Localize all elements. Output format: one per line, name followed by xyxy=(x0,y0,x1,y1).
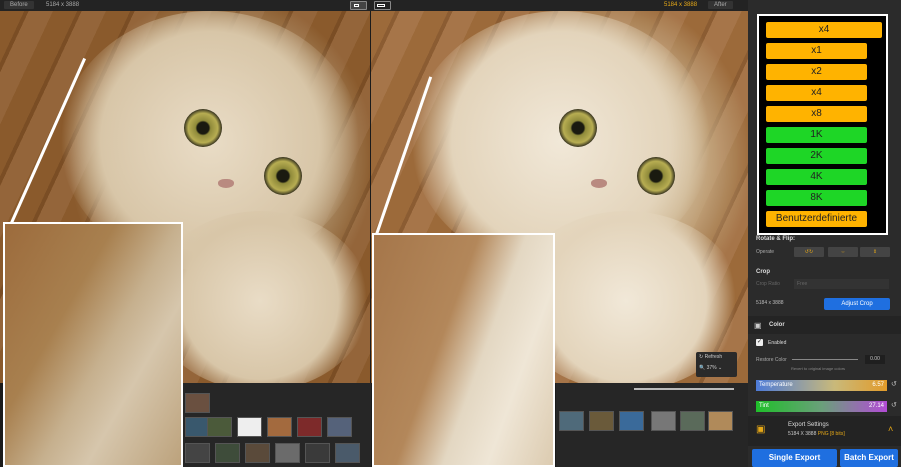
tint-label: Tint xyxy=(759,403,769,409)
scale-option-custom[interactable]: Benutzerdefinierte xyxy=(766,211,867,227)
restore-color-hint: Revert to original image colors xyxy=(791,366,846,371)
scale-option-x4[interactable]: x4 xyxy=(766,85,867,101)
color-palette-icon: ▣ xyxy=(754,321,762,330)
rotate-title: Rotate & Flip: xyxy=(756,236,795,242)
chevron-up-icon[interactable]: ˄ xyxy=(888,424,893,434)
scale-option-4k[interactable]: 4K xyxy=(766,169,867,185)
scale-option-x8[interactable]: x8 xyxy=(766,106,867,122)
crop-size: 5184 x 3888 xyxy=(756,300,784,306)
refresh-label: Refresh xyxy=(704,354,723,360)
export-settings-icon: ▣ xyxy=(756,424,766,435)
reset-tint-icon[interactable]: ↺ xyxy=(891,401,897,409)
zoom-value: 37% xyxy=(706,365,717,371)
crop-title: Crop xyxy=(756,269,770,275)
scale-option-1k[interactable]: 1K xyxy=(766,127,867,143)
reset-temperature-icon[interactable]: ↺ xyxy=(891,380,897,388)
cat-chest xyxy=(150,211,370,383)
before-resolution: 5184 x 3888 xyxy=(46,2,80,8)
restore-color-value[interactable]: 0.00 xyxy=(865,355,885,364)
flip-vertical-button[interactable]: ⇕ xyxy=(860,247,890,257)
cat-eye-left xyxy=(559,109,597,147)
cat-eye-right xyxy=(264,157,302,195)
thumbnail[interactable] xyxy=(619,411,644,431)
export-format: PNG xyxy=(817,431,829,437)
cat-eye-left xyxy=(184,109,222,147)
rotate-button[interactable]: ↺↻ xyxy=(794,247,824,257)
scale-option-x1[interactable]: x1 xyxy=(766,43,867,59)
scale-option-x2[interactable]: x2 xyxy=(766,64,867,80)
scale-current-selection[interactable]: x4 xyxy=(766,22,882,38)
before-label: Before xyxy=(4,1,34,9)
flip-horizontal-button[interactable]: ⇔ xyxy=(828,247,858,257)
thumbnail[interactable] xyxy=(207,417,232,437)
thumbnail[interactable] xyxy=(335,443,360,463)
filmstrip-left xyxy=(183,383,371,467)
export-size: 5184 X 3888 xyxy=(788,431,817,437)
export-format-summary: 5184 X 3888 PNG [8 bits] xyxy=(788,431,845,437)
thumbnail[interactable] xyxy=(680,411,705,431)
restore-color-label: Restore Color xyxy=(756,357,787,363)
thumbnail[interactable] xyxy=(245,443,270,463)
cat-eye-right xyxy=(637,157,675,195)
operate-label: Operate xyxy=(756,249,775,255)
scale-option-8k[interactable]: 8K xyxy=(766,190,867,206)
cat-nose xyxy=(591,179,607,188)
single-export-button[interactable]: Single Export xyxy=(752,449,837,467)
filmstrip-right xyxy=(556,383,748,467)
thumbnail[interactable] xyxy=(651,411,676,431)
crop-ratio-select[interactable]: Free xyxy=(794,279,889,289)
after-label: After xyxy=(708,1,733,9)
thumbnail[interactable] xyxy=(327,417,352,437)
tint-value: 27.14 xyxy=(868,403,884,409)
preview-controls: ↻ Refresh 🔍 37% ⌄ xyxy=(696,352,737,377)
thumbnail[interactable] xyxy=(275,443,300,463)
scale-dropdown-menu: x4 x1 x2 x4 x8 1K 2K 4K 8K Benutzerdefin… xyxy=(757,14,888,235)
enabled-checkbox[interactable]: ✓ xyxy=(756,339,763,346)
filmstrip-zoom-slider[interactable] xyxy=(634,388,734,390)
adjust-crop-button[interactable]: Adjust Crop xyxy=(824,298,890,310)
restore-color-slider[interactable] xyxy=(792,359,858,360)
thumbnail[interactable] xyxy=(305,443,330,463)
tint-slider[interactable]: Tint 27.14 xyxy=(756,401,887,412)
after-zoom-inset xyxy=(372,233,555,467)
thumbnail[interactable] xyxy=(237,417,262,437)
side-by-side-icon[interactable] xyxy=(374,1,391,10)
thumbnail[interactable] xyxy=(297,417,322,437)
thumbnail[interactable] xyxy=(589,411,614,431)
temperature-label: Temperature xyxy=(759,382,793,388)
export-settings-title: Export Settings xyxy=(788,422,829,428)
color-title: Color xyxy=(769,322,785,328)
thumbnail[interactable] xyxy=(185,393,210,413)
split-view-icon[interactable] xyxy=(350,1,367,10)
zoom-select[interactable]: 🔍 37% ⌄ xyxy=(699,365,722,371)
temperature-slider[interactable]: Temperature 6.57 xyxy=(756,380,887,391)
export-bits: [8 bits] xyxy=(829,431,845,437)
thumbnail[interactable] xyxy=(215,443,240,463)
thumbnail[interactable] xyxy=(559,411,584,431)
after-resolution: 5184 x 3888 xyxy=(664,2,698,8)
cat-nose xyxy=(218,179,234,188)
crop-ratio-label: Crop Ratio xyxy=(756,281,780,287)
compare-toolbar: Before 5184 x 3888 5184 x 3888 After xyxy=(0,0,748,11)
batch-export-button[interactable]: Batch Export xyxy=(840,449,898,467)
refresh-button[interactable]: ↻ Refresh xyxy=(699,354,722,360)
thumbnail[interactable] xyxy=(185,443,210,463)
before-zoom-inset xyxy=(3,222,183,467)
crop-ratio-value: Free xyxy=(797,281,808,287)
thumbnail[interactable] xyxy=(267,417,292,437)
scale-option-2k[interactable]: 2K xyxy=(766,148,867,164)
temperature-value: 6.57 xyxy=(872,382,884,388)
enabled-label: Enabled xyxy=(768,340,787,346)
thumbnail[interactable] xyxy=(708,411,733,431)
